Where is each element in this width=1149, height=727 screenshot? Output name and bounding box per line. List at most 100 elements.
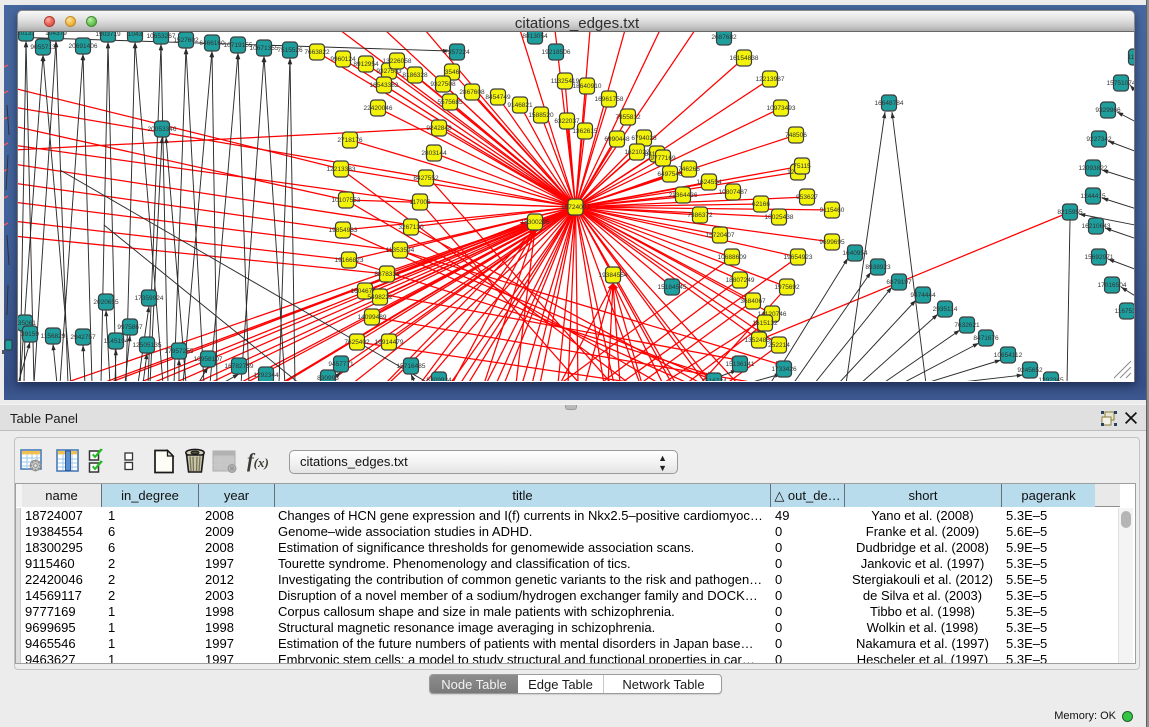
svg-text:1167533: 1167533	[1115, 308, 1134, 315]
svg-text:11353594: 11353594	[386, 247, 415, 254]
svg-text:830993: 830993	[317, 375, 339, 381]
svg-text:9227342: 9227342	[1086, 136, 1112, 143]
svg-text:19384554: 19384554	[599, 272, 628, 279]
svg-text:20691406: 20691406	[69, 43, 98, 50]
svg-text:1043: 1043	[128, 32, 143, 38]
svg-text:7515526: 7515526	[277, 47, 303, 54]
svg-text:8215955: 8215955	[1057, 209, 1083, 216]
svg-text:1244415: 1244415	[1080, 193, 1106, 200]
svg-text:16210643: 16210643	[1082, 223, 1111, 230]
svg-text:8427552: 8427552	[413, 175, 439, 182]
svg-text:62166: 62166	[752, 201, 770, 208]
svg-text:20053346: 20053346	[148, 126, 177, 133]
svg-text:8186328: 8186328	[402, 72, 428, 79]
svg-text:9327508: 9327508	[430, 81, 456, 88]
svg-text:7386372: 7386372	[687, 212, 713, 219]
svg-text:2867608: 2867608	[459, 89, 485, 96]
svg-text:9329966: 9329966	[1095, 107, 1121, 114]
svg-text:9245652: 9245652	[1017, 367, 1043, 374]
svg-text:16914479: 16914479	[375, 339, 404, 346]
svg-text:18300295: 18300295	[521, 219, 550, 226]
svg-text:1527602: 1527602	[173, 37, 199, 44]
svg-text:16648784: 16648784	[875, 100, 904, 107]
svg-text:16543382: 16543382	[370, 82, 399, 89]
svg-text:16961758: 16961758	[595, 96, 624, 103]
svg-text:15692971: 15692971	[1085, 254, 1114, 261]
svg-text:2718176: 2718176	[337, 137, 363, 144]
svg-text:18640910: 18640910	[573, 83, 602, 90]
svg-text:8878334: 8878334	[374, 271, 400, 278]
svg-text:1516734: 1516734	[701, 378, 727, 381]
svg-text:1640954: 1640954	[842, 250, 868, 257]
svg-text:2935114: 2935114	[933, 306, 958, 313]
svg-text:1292345: 1292345	[1038, 377, 1064, 381]
svg-text:1615132: 1615132	[752, 320, 778, 327]
svg-text:5575685: 5575685	[437, 99, 463, 106]
svg-text:8471676: 8471676	[973, 335, 999, 342]
svg-text:8813054: 8813054	[522, 33, 548, 40]
svg-text:13226058: 13226058	[383, 58, 412, 65]
svg-text:8309934: 8309934	[426, 377, 452, 381]
svg-text:7625402: 7625402	[344, 339, 370, 346]
svg-text:9146821: 9146821	[507, 102, 533, 109]
svg-text:10719155: 10719155	[224, 42, 253, 49]
svg-text:117006: 117006	[409, 199, 431, 206]
svg-text:2942757: 2942757	[70, 334, 96, 341]
svg-text:15751074: 15751074	[1107, 80, 1134, 87]
svg-text:9699695: 9699695	[819, 239, 845, 246]
svg-text:6322037: 6322037	[554, 118, 580, 125]
svg-text:1733426: 1733426	[771, 366, 797, 373]
svg-text:10958107: 10958107	[194, 356, 223, 363]
svg-text:6990448: 6990448	[604, 136, 630, 143]
svg-text:2803144: 2803144	[421, 150, 447, 157]
svg-text:12093822: 12093822	[1079, 165, 1108, 172]
svg-text:10973493: 10973493	[767, 105, 796, 112]
svg-text:1156829: 1156829	[41, 333, 66, 340]
svg-text:9960124: 9960124	[330, 56, 356, 63]
svg-text:19166823: 19166823	[335, 257, 364, 264]
svg-text:2687682: 2687682	[711, 34, 737, 41]
svg-text:1362615: 1362615	[572, 128, 598, 135]
svg-text:75115: 75115	[793, 163, 811, 170]
svg-text:1975692: 1975692	[774, 284, 800, 291]
svg-text:15720407: 15720407	[706, 232, 735, 239]
svg-text:252214: 252214	[768, 342, 790, 349]
svg-text:15716485: 15716485	[397, 363, 426, 370]
svg-text:14099489: 14099489	[358, 314, 387, 321]
svg-text:3267130: 3267130	[398, 224, 424, 231]
svg-text:10688609: 10688609	[718, 254, 747, 261]
svg-text:9457771: 9457771	[328, 361, 354, 368]
svg-text:19218506: 19218506	[542, 49, 571, 56]
svg-text:3684067: 3684067	[740, 298, 766, 305]
svg-text:6879197: 6879197	[886, 279, 912, 286]
svg-text:20137: 20137	[17, 32, 35, 37]
svg-text:7955812: 7955812	[615, 114, 641, 121]
svg-text:1588520: 1588520	[528, 112, 554, 119]
svg-text:1145194: 1145194	[104, 338, 129, 345]
svg-text:7663822: 7663822	[304, 49, 330, 56]
svg-text:5498222: 5498222	[367, 294, 393, 301]
svg-text:10025438: 10025438	[765, 214, 794, 221]
svg-text:6497548: 6497548	[657, 171, 683, 178]
svg-text:104379: 104379	[45, 32, 67, 37]
svg-text:18724007: 18724007	[561, 204, 590, 211]
svg-text:7357224: 7357224	[444, 49, 470, 56]
svg-text:8912954: 8912954	[353, 61, 379, 68]
svg-text:6794028: 6794028	[631, 135, 657, 142]
svg-text:9055713: 9055713	[30, 44, 56, 51]
svg-text:17016504: 17016504	[1098, 282, 1127, 289]
svg-text:19654923: 19654923	[784, 254, 813, 261]
svg-text:953627: 953627	[796, 194, 818, 201]
svg-text:19854933: 19854933	[329, 227, 358, 234]
svg-text:17359924: 17359924	[135, 295, 164, 302]
svg-text:11123: 11123	[1127, 54, 1134, 61]
svg-text:18807249: 18807249	[726, 277, 755, 284]
svg-text:39159: 39159	[21, 331, 39, 338]
svg-text:15184545: 15184545	[658, 284, 687, 291]
svg-text:8454749: 8454749	[485, 94, 511, 101]
svg-text:9115460: 9115460	[820, 207, 845, 214]
svg-text:7632621: 7632621	[954, 322, 980, 329]
svg-text:12505135: 12505135	[133, 342, 162, 349]
svg-text:10653267: 10653267	[147, 33, 176, 40]
svg-text:6466160: 6466160	[199, 40, 225, 47]
